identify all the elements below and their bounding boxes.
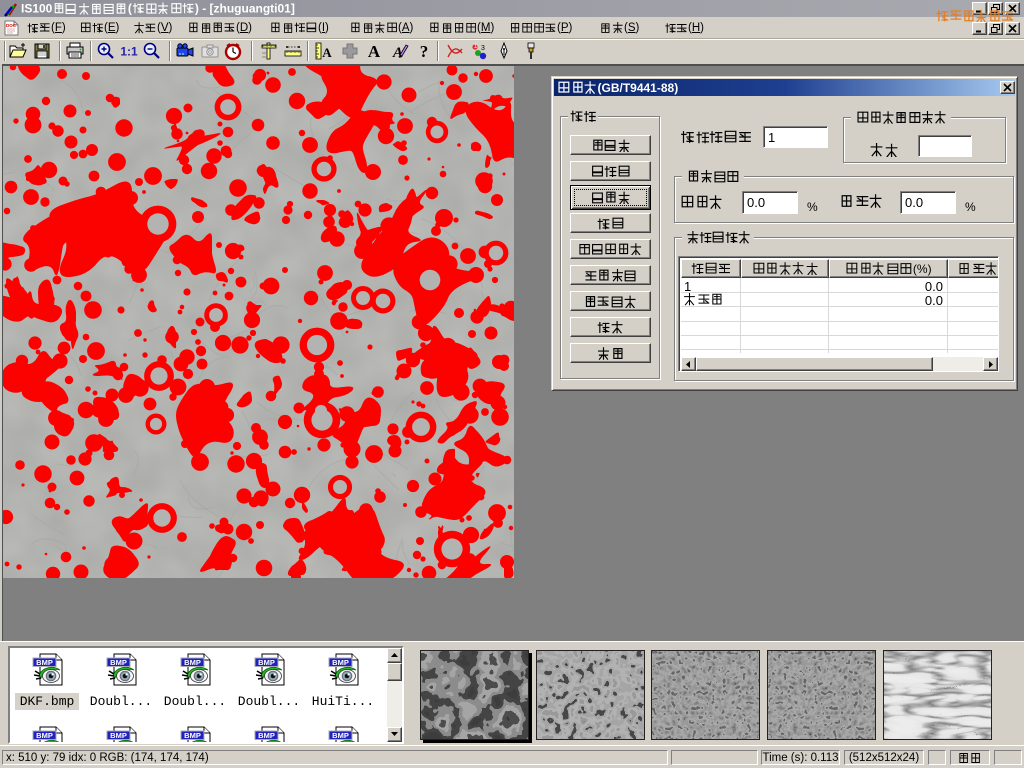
svg-text:BMP: BMP <box>36 658 53 667</box>
svg-text:BMP: BMP <box>36 731 53 740</box>
svg-text:BMP: BMP <box>184 731 201 740</box>
svg-text:1:1: 1:1 <box>120 45 138 59</box>
svg-text:BMP: BMP <box>258 658 275 667</box>
svg-text:BMP: BMP <box>184 658 201 667</box>
svg-text:BMP: BMP <box>110 658 127 667</box>
svg-text:A: A <box>368 42 381 61</box>
svg-text:?: ? <box>420 42 429 61</box>
svg-text:BMP: BMP <box>110 731 127 740</box>
svg-text:A: A <box>322 45 332 60</box>
svg-text:3: 3 <box>481 45 485 52</box>
svg-text:BMP: BMP <box>332 658 349 667</box>
svg-text:BMP: BMP <box>332 731 349 740</box>
svg-text:DOC: DOC <box>6 23 17 28</box>
svg-text:BMP: BMP <box>258 731 275 740</box>
